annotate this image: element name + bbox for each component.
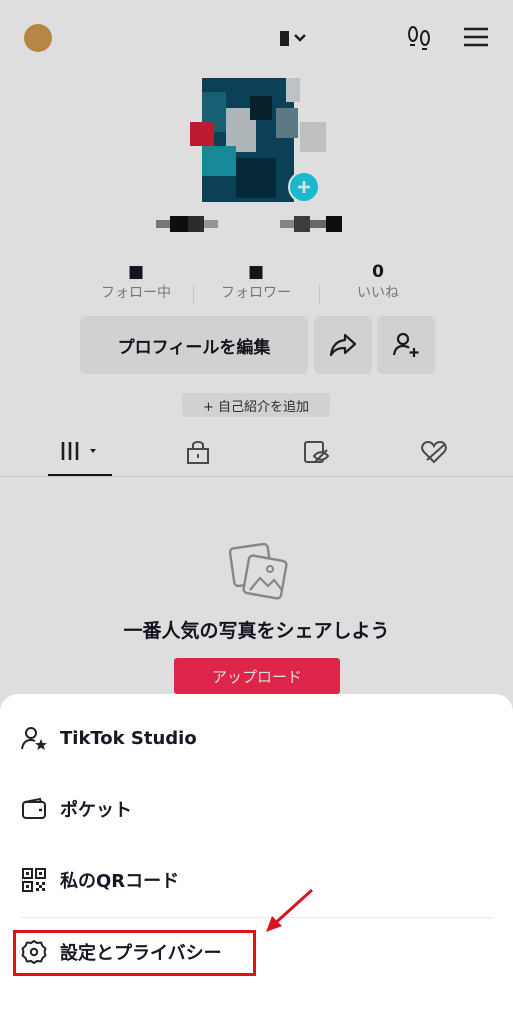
menu-item-tiktok-studio[interactable]: TikTok Studio [20, 718, 197, 758]
menu-item-label: 私のQRコード [60, 871, 180, 892]
menu-item-label: TikTok Studio [60, 727, 197, 749]
highlight-box [13, 930, 256, 976]
menu-item-pocket[interactable]: ポケット [20, 789, 132, 829]
wallet-icon [20, 795, 48, 823]
menu-item-qr-code[interactable]: 私のQRコード [20, 860, 179, 900]
annotation-arrow [260, 886, 318, 936]
person-star-icon [20, 724, 48, 752]
menu-divider [20, 917, 493, 918]
qr-code-icon [20, 866, 48, 894]
menu-item-label: ポケット [60, 800, 132, 821]
